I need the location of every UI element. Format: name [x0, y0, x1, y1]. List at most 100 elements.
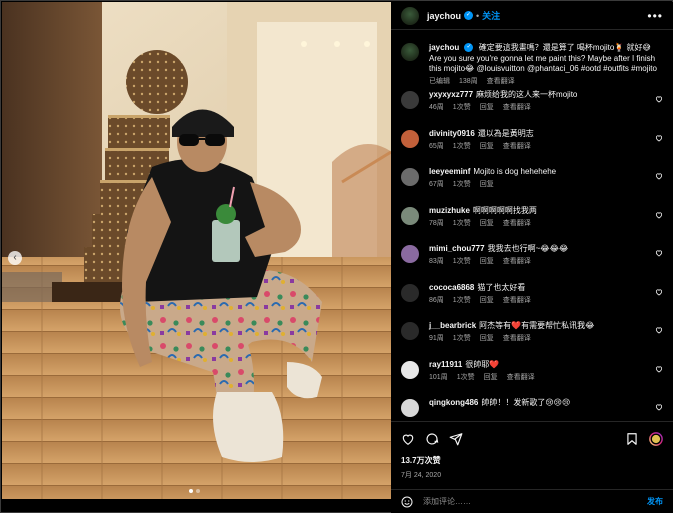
commenter-username[interactable]: yxyxyxz777: [429, 90, 473, 99]
comment-meta: [429, 410, 654, 421]
comment-likes[interactable]: 1次赞: [457, 374, 475, 381]
comment-input[interactable]: [423, 497, 647, 506]
comment-body: yxyxyxz777 麻烦给我的这人来一杯mojito 46周 1次赞 回复 查看翻译: [429, 89, 654, 113]
commenter-avatar[interactable]: [401, 91, 419, 109]
carousel-prev-button[interactable]: ‹: [8, 251, 22, 265]
comment-item: cococa6868 猫了也太好看 86周 1次赞 回复 查看翻译: [401, 282, 663, 321]
reply-button[interactable]: 回复: [480, 297, 494, 304]
comment-likes[interactable]: 1次赞: [453, 104, 471, 111]
action-bar: [391, 422, 673, 455]
comment-item: ray11911 很帥耶❤️ 101周 1次赞 回复 查看翻译: [401, 359, 663, 398]
comment-icon[interactable]: [425, 432, 439, 446]
comment-likes[interactable]: 1次赞: [453, 258, 471, 265]
comment-text: 很帥耶❤️: [465, 359, 500, 369]
reply-button[interactable]: 回复: [480, 335, 494, 342]
commenter-avatar[interactable]: [401, 206, 419, 225]
commenter-username[interactable]: leeyeeminf: [429, 167, 470, 176]
emoji-icon[interactable]: [401, 496, 413, 508]
comment-likes[interactable]: 1次赞: [453, 220, 471, 227]
commenter-avatar[interactable]: [401, 399, 419, 417]
comment-time: 65周: [429, 142, 444, 150]
translate-button[interactable]: 查看翻译: [503, 297, 531, 304]
comment-like-heart-icon[interactable]: [655, 134, 663, 142]
comment-meta: 65周 1次赞 回复 查看翻译: [429, 141, 654, 152]
carousel-dots: [189, 489, 200, 493]
commenter-username[interactable]: mimi_chou777: [429, 244, 485, 253]
reply-button[interactable]: 回复: [480, 220, 494, 227]
post-comment-button[interactable]: 发布: [647, 496, 663, 507]
more-options-icon[interactable]: •••: [647, 9, 663, 23]
heart-icon[interactable]: [401, 432, 415, 446]
instagram-post-modal: ‹ jaychou ✓ • 关注 ••• jaychou ✓ 確定要這我畫嗎？還…: [0, 0, 673, 513]
header-username[interactable]: jaychou: [427, 11, 461, 21]
comment-like-heart-icon[interactable]: [655, 172, 663, 180]
commenter-username[interactable]: ray11911: [429, 360, 462, 369]
commenter-username[interactable]: cococa6868: [429, 283, 474, 292]
post-detail-panel: jaychou ✓ • 关注 ••• jaychou ✓ 確定要這我畫嗎？還是算…: [391, 2, 673, 513]
comment-body: muzizhuke 啊啊啊啊啊找我两 78周 1次赞 回复 查看翻译: [429, 205, 654, 229]
comment-meta: 83周 1次赞 回复 查看翻译: [429, 256, 654, 267]
like-count[interactable]: 13.7万次赞: [391, 455, 673, 466]
translate-button[interactable]: 查看翻译: [503, 104, 531, 111]
translate-button[interactable]: 查看翻译: [503, 143, 531, 150]
comment-like-heart-icon[interactable]: [655, 288, 663, 296]
user-avatar[interactable]: [401, 6, 419, 25]
verified-badge-icon: ✓: [464, 11, 474, 20]
commenter-avatar[interactable]: [401, 283, 419, 302]
comment-body: j__bearbrick 阿杰等有❤️有需要帮忙私讯我😂 91周 1次赞 回复 查看翻译: [429, 320, 654, 344]
comment-likes[interactable]: 1次赞: [453, 143, 471, 150]
commenter-username[interactable]: muzizhuke: [429, 206, 470, 215]
comment-body: cococa6868 猫了也太好看 86周 1次赞 回复 查看翻译: [429, 282, 654, 306]
comment-body: qingkong486 帥帥！！发新歌了😢😢😢: [429, 397, 654, 421]
comment-like-heart-icon[interactable]: [655, 403, 663, 411]
comment-like-heart-icon[interactable]: [655, 365, 663, 373]
comment-like-heart-icon[interactable]: [655, 249, 663, 257]
comment-text: Mojito is dog hehehehe: [473, 167, 557, 176]
caption-avatar[interactable]: [401, 43, 419, 61]
commenter-avatar[interactable]: [401, 322, 419, 340]
caption-translate[interactable]: 查看翻译: [487, 78, 515, 85]
commenter-avatar[interactable]: [401, 168, 419, 186]
commenter-avatar[interactable]: [401, 129, 419, 148]
follow-button[interactable]: 关注: [482, 9, 500, 22]
comment-time: 86周: [429, 296, 444, 304]
reply-button[interactable]: 回复: [480, 143, 494, 150]
reply-button[interactable]: 回复: [484, 374, 498, 381]
commenter-username[interactable]: qingkong486: [429, 398, 478, 407]
bookmark-icon[interactable]: [625, 432, 639, 446]
commenter-avatar[interactable]: [401, 360, 419, 379]
translate-button[interactable]: 查看翻译: [503, 335, 531, 342]
comment-item: divinity0916 還以為是黃明志 65周 1次赞 回复 查看翻译: [401, 128, 663, 167]
story-avatar-icon[interactable]: [649, 431, 663, 446]
comment-body: ray11911 很帥耶❤️ 101周 1次赞 回复 查看翻译: [429, 359, 654, 383]
comment-text: 阿杰等有❤️有需要帮忙私讯我😂: [479, 321, 595, 330]
reply-button[interactable]: 回复: [480, 104, 494, 111]
comment-like-heart-icon[interactable]: [655, 326, 663, 334]
comment-likes[interactable]: 1次赞: [453, 335, 471, 342]
share-icon[interactable]: [449, 432, 463, 446]
carousel-dot-active: [189, 489, 193, 493]
comment-body: divinity0916 還以為是黃明志 65周 1次赞 回复 查看翻译: [429, 128, 654, 152]
add-comment-bar: 发布: [391, 489, 673, 513]
caption-username[interactable]: jaychou: [429, 43, 459, 52]
caption-meta: 已编辑 138周 查看翻译: [429, 77, 661, 88]
commenter-username[interactable]: divinity0916: [429, 129, 475, 138]
comment-likes[interactable]: 1次赞: [453, 181, 471, 188]
comments-list[interactable]: jaychou ✓ 確定要這我畫嗎？還是算了 喝杯mojito🍹 就好😅 Are…: [391, 31, 673, 421]
reply-button[interactable]: 回复: [480, 258, 494, 265]
translate-button[interactable]: 查看翻译: [503, 220, 531, 227]
commenter-username[interactable]: j__bearbrick: [429, 321, 476, 330]
caption-edited: 已编辑: [429, 77, 450, 85]
comment-item: j__bearbrick 阿杰等有❤️有需要帮忙私讯我😂 91周 1次赞 回复 查看翻译: [401, 320, 663, 359]
comment-likes[interactable]: 1次赞: [453, 297, 471, 304]
commenter-avatar[interactable]: [401, 245, 419, 263]
reply-button[interactable]: 回复: [480, 181, 494, 188]
translate-button[interactable]: 查看翻译: [507, 374, 535, 381]
comment-like-heart-icon[interactable]: [655, 211, 663, 219]
caption: jaychou ✓ 確定要這我畫嗎？還是算了 喝杯mojito🍹 就好😅 Are…: [401, 31, 663, 89]
comment-rows: yxyxyxz777 麻烦给我的这人来一杯mojito 46周 1次赞 回复 查看翻译 di…: [401, 89, 663, 421]
comment-time: 78周: [429, 219, 444, 227]
comment-like-heart-icon[interactable]: [655, 95, 663, 103]
action-bar-right: [625, 431, 663, 446]
translate-button[interactable]: 查看翻译: [503, 258, 531, 265]
